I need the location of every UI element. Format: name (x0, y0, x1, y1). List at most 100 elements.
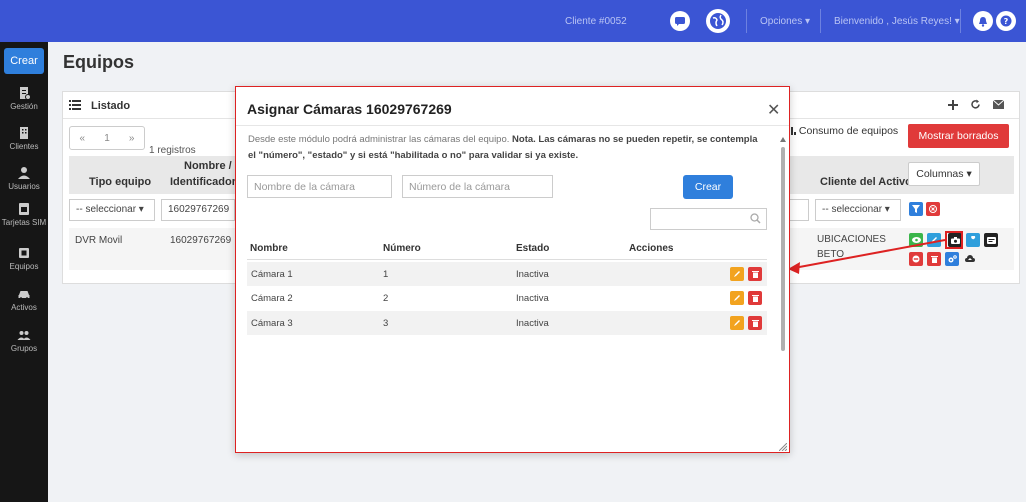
wrench-icon[interactable] (966, 233, 980, 247)
close-icon[interactable]: ✕ (767, 100, 780, 120)
sidebar-item-equipos[interactable]: Equipos (0, 246, 48, 271)
scroll-up-icon[interactable] (780, 137, 786, 142)
globe-icon[interactable] (706, 9, 730, 33)
camera-name: Cámara 1 (251, 269, 293, 280)
camera-name-input[interactable]: Nombre de la cámara (247, 175, 392, 198)
sidebar-item-label: Activos (11, 303, 37, 312)
table-row: Cámara 2 2 Inactiva (247, 286, 767, 310)
sidebar-item-usuarios[interactable]: Usuarios (0, 166, 48, 191)
edit-icon[interactable] (730, 291, 744, 305)
svg-text:?: ? (1004, 17, 1009, 26)
edit-icon[interactable] (730, 267, 744, 281)
col-acciones[interactable]: Acciones (629, 243, 673, 254)
divider (960, 9, 961, 33)
consumo-button[interactable]: Consumo de equipos (788, 125, 898, 137)
cloud-upload-icon[interactable] (963, 252, 977, 266)
camera-number-input[interactable]: Número de la cámara (402, 175, 553, 198)
edit-icon[interactable] (730, 316, 744, 330)
opciones-menu[interactable]: Opciones ▾ (760, 16, 810, 27)
help-icon[interactable]: ? (996, 11, 1016, 31)
pagination: « 1 » (69, 126, 145, 150)
modal-description: Desde este módulo podrá administrar las … (248, 134, 758, 161)
columnas-dropdown[interactable]: Columnas ▾ (908, 162, 980, 186)
sidebar-item-grupos[interactable]: Grupos (0, 328, 48, 353)
group-icon (17, 331, 31, 340)
camera-status: Inactiva (516, 318, 549, 329)
divider (820, 9, 821, 33)
sidebar-item-label: Tarjetas SIM (1, 218, 47, 227)
records-count: 1 registros (149, 145, 196, 156)
sidebar-item-label: Gestión (10, 102, 38, 111)
resize-handle-icon[interactable] (779, 443, 787, 451)
camera-number: 3 (383, 318, 389, 329)
header-tipo-equipo[interactable]: Tipo equipo (89, 176, 151, 188)
terminal-icon[interactable] (984, 233, 998, 247)
prev-page-button[interactable]: « (80, 133, 86, 144)
col-numero[interactable]: Número (383, 243, 421, 254)
camera-status: Inactiva (516, 269, 549, 280)
identificador-filter-input[interactable]: 16029767269 (161, 199, 235, 221)
cliente-filter-select[interactable]: -- seleccionar ▾ (815, 199, 901, 221)
col-nombre[interactable]: Nombre (250, 243, 288, 254)
bell-icon[interactable] (973, 11, 993, 31)
client-label: Cliente #0052 (565, 16, 627, 27)
sidebar-item-gestion[interactable]: Gestión (0, 86, 48, 111)
header-identificador[interactable]: Identificador (170, 176, 236, 188)
refresh-icon[interactable] (970, 99, 981, 110)
sidebar-item-label: Clientes (9, 142, 39, 151)
camera-number: 2 (383, 293, 389, 304)
list-icon (69, 100, 81, 110)
row-identificador: 16029767269 (170, 235, 232, 246)
assign-cameras-modal: Asignar Cámaras 16029767269 ✕ Desde este… (235, 86, 790, 453)
search-icon (750, 213, 761, 224)
annotation-arrow (788, 239, 946, 274)
trash-icon[interactable] (748, 267, 762, 281)
modal-title: Asignar Cámaras 16029767269 (247, 101, 452, 117)
divider (746, 9, 747, 33)
envelope-icon[interactable] (993, 100, 1004, 109)
camera-search-input[interactable] (650, 208, 767, 230)
chat-icon[interactable] (670, 11, 690, 31)
plus-icon[interactable] (948, 100, 958, 110)
trash-icon[interactable] (748, 316, 762, 330)
clear-filter-icon[interactable] (926, 202, 940, 216)
building-icon (20, 127, 28, 139)
sidebar-item-tarjetas-sim[interactable]: Tarjetas SIM (0, 202, 48, 227)
sidebar (0, 42, 48, 502)
chip-icon (19, 248, 29, 258)
clipboard-icon (20, 87, 31, 100)
sidebar-item-clientes[interactable]: Clientes (0, 126, 48, 151)
camera-name: Cámara 3 (251, 318, 293, 329)
camera-status: Inactiva (516, 293, 549, 304)
trash-icon[interactable] (748, 291, 762, 305)
row-tipo: DVR Movil (75, 235, 123, 246)
header-nombre[interactable]: Nombre / (184, 160, 232, 172)
car-icon (18, 291, 30, 300)
next-page-button[interactable]: » (129, 133, 135, 144)
sidebar-item-activos[interactable]: Activos (0, 287, 48, 312)
divider (247, 259, 767, 260)
crear-side-button[interactable]: Crear (4, 48, 44, 74)
sidebar-item-label: Equipos (9, 262, 39, 271)
scrollbar-thumb[interactable] (781, 147, 785, 351)
camera-name: Cámara 2 (251, 293, 293, 304)
filter-icon[interactable] (909, 202, 923, 216)
create-camera-button[interactable]: Crear (683, 175, 733, 199)
col-estado[interactable]: Estado (516, 243, 549, 254)
sim-card-icon (19, 203, 29, 215)
sidebar-item-label: Grupos (10, 344, 38, 353)
panel-title: Listado (91, 100, 131, 112)
user-menu[interactable]: Bienvenido , Jesús Reyes! ▾ (834, 16, 960, 27)
user-icon (18, 167, 30, 179)
page-number-button[interactable]: 1 (104, 133, 110, 144)
table-row: Cámara 1 1 Inactiva (247, 262, 767, 286)
mostrar-borrados-button[interactable]: Mostrar borrados (908, 124, 1009, 148)
divider (236, 125, 789, 126)
page-title: Equipos (63, 52, 134, 72)
table-row: Cámara 3 3 Inactiva (247, 311, 767, 335)
sidebar-item-label: Usuarios (8, 182, 40, 191)
camera-number: 1 (383, 269, 389, 280)
tipo-filter-select[interactable]: -- seleccionar ▾ (69, 199, 155, 221)
header-cliente-activo[interactable]: Cliente del Activo (820, 176, 912, 188)
top-navbar: Cliente #0052 Opciones ▾ Bienvenido , Je… (0, 0, 1026, 42)
